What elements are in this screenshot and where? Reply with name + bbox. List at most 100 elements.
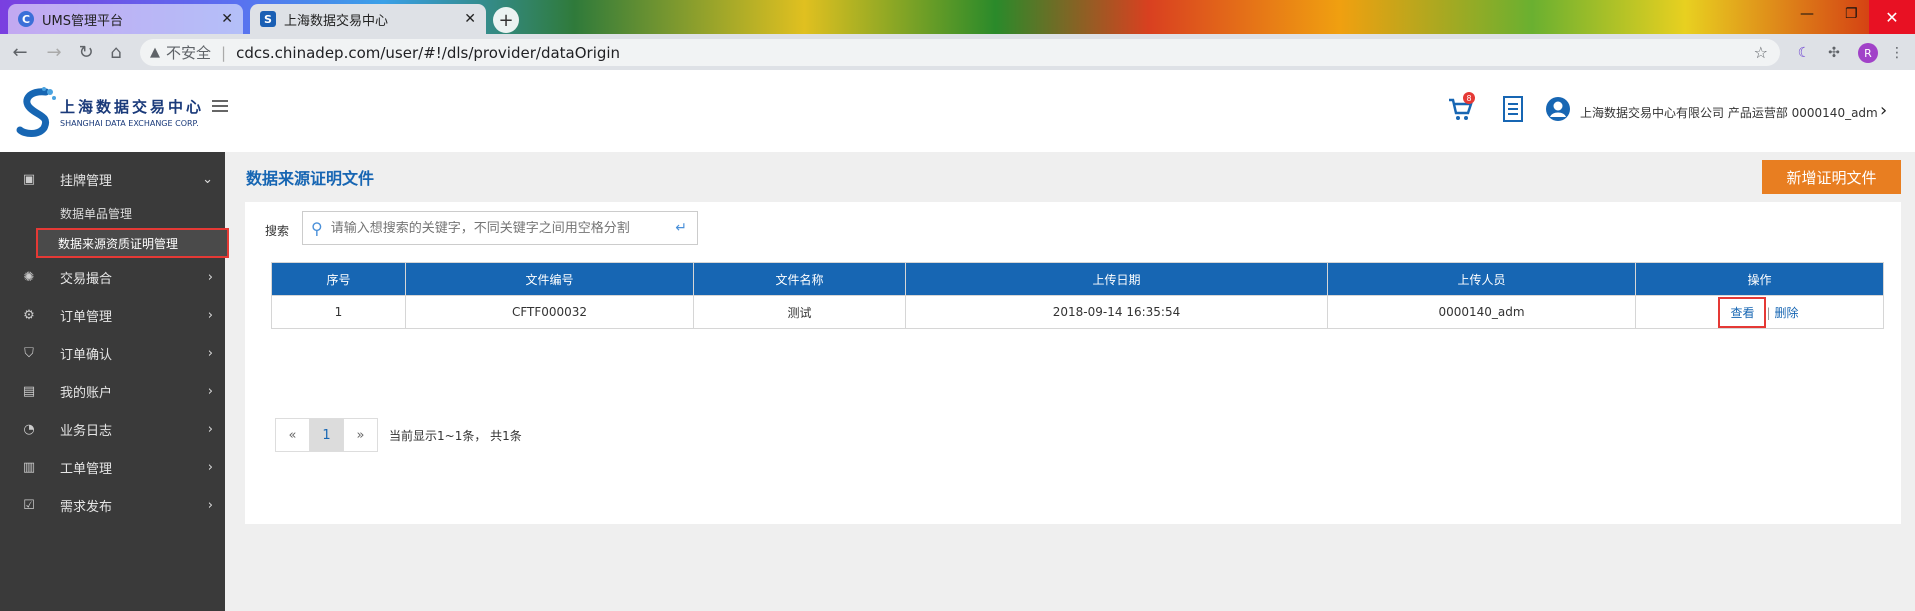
- chevron-right-icon: ›: [207, 459, 213, 475]
- menu-dots-icon[interactable]: ⋮: [1888, 44, 1906, 62]
- page-title: 数据来源证明文件: [246, 169, 375, 188]
- cell-file-name: 测试: [693, 295, 906, 329]
- browser-tab-sdec[interactable]: S 上海数据交易中心 ✕: [250, 4, 486, 34]
- sidebar-item-orders[interactable]: ⚙ 订单管理 ›: [0, 296, 225, 334]
- cell-file-no: CFTF000032: [405, 295, 694, 329]
- view-link[interactable]: 查看: [1718, 296, 1767, 328]
- forward-icon[interactable]: →: [44, 42, 64, 63]
- cell-upload-date: 2018-09-14 16:35:54: [905, 295, 1328, 329]
- sidebar-item-matching[interactable]: ✺ 交易撮合 ›: [0, 258, 225, 296]
- column-header: 操作: [1635, 262, 1884, 296]
- cell-actions: 查看 | 删除: [1635, 295, 1884, 329]
- sidebar-item-label: 交易撮合: [60, 271, 113, 287]
- sidebar-item-listing[interactable]: ▣ 挂牌管理 ⌄: [0, 160, 225, 198]
- user-info[interactable]: 上海数据交易中心有限公司 产品运营部 0000140_adm: [1580, 104, 1878, 121]
- chevron-right-icon: ›: [207, 421, 213, 437]
- search-label: 搜索: [265, 224, 290, 238]
- logo-s-icon: [16, 87, 56, 137]
- sidebar-item-business-log[interactable]: ◔ 业务日志 ›: [0, 410, 225, 448]
- id-card-icon: ▣: [22, 171, 36, 187]
- close-window-button[interactable]: ✕: [1869, 0, 1915, 34]
- close-tab-icon[interactable]: ✕: [464, 11, 476, 27]
- extensions-puzzle-icon[interactable]: ✣: [1825, 44, 1843, 62]
- chevron-right-icon[interactable]: ›: [1880, 100, 1887, 121]
- stamp-icon: ⛉: [24, 345, 34, 361]
- sidebar-item-label: 我的账户: [60, 385, 113, 401]
- sidebar-subitem-data-products[interactable]: 数据单品管理: [0, 198, 225, 228]
- new-tab-button[interactable]: +: [493, 7, 519, 33]
- chevron-right-icon: ›: [207, 383, 213, 399]
- chevron-right-icon: ›: [207, 497, 213, 513]
- moon-extension-icon[interactable]: ☾: [1795, 44, 1813, 62]
- next-page-button[interactable]: »: [343, 418, 378, 452]
- user-avatar[interactable]: [1545, 96, 1571, 124]
- bookmark-star-icon[interactable]: ☆: [1754, 43, 1768, 62]
- account-icon: ▤: [22, 383, 36, 399]
- reload-icon[interactable]: ↻: [76, 42, 96, 63]
- url-text: cdcs.chinadep.com/user/#!/dls/provider/d…: [236, 43, 621, 62]
- browser-tabstrip: C UMS管理平台 ✕ S 上海数据交易中心 ✕ + — ❐ ✕: [0, 0, 1915, 34]
- browser-tab-ums[interactable]: C UMS管理平台 ✕: [8, 4, 243, 34]
- document-icon: [1503, 96, 1523, 122]
- sidebar-item-label: 需求发布: [60, 499, 113, 515]
- page-number-button[interactable]: 1: [309, 418, 344, 452]
- app-header: 上海数据交易中心 SHANGHAI DATA EXCHANGE CORP. 8 …: [0, 70, 1915, 152]
- column-header: 序号: [271, 262, 406, 296]
- divider: |: [221, 43, 227, 62]
- sidebar-item-label: 挂牌管理: [60, 173, 113, 189]
- company-logo[interactable]: 上海数据交易中心 SHANGHAI DATA EXCHANGE CORP.: [16, 86, 204, 138]
- chevron-right-icon: ›: [207, 269, 213, 285]
- enter-icon[interactable]: ↵: [675, 220, 687, 236]
- orders-document-button[interactable]: [1502, 96, 1528, 124]
- tab-title: 上海数据交易中心: [284, 13, 389, 29]
- data-table: 序号 文件编号 文件名称 上传日期 上传人员 操作 1 CFTF000032 测…: [271, 262, 1884, 329]
- address-bar[interactable]: ▲ 不安全 | cdcs.chinadep.com/user/#!/dls/pr…: [140, 39, 1780, 66]
- prev-page-button[interactable]: «: [275, 418, 310, 452]
- column-header: 上传人员: [1327, 262, 1636, 296]
- content-panel: 搜索 ⚲ ↵ 序号 文件编号 文件名称 上传日期 上传人员 操作 1 CFTF0…: [245, 202, 1901, 524]
- sidebar-item-order-confirm[interactable]: ⛉ 订单确认 ›: [0, 334, 225, 372]
- logo-en: SHANGHAI DATA EXCHANGE CORP.: [60, 119, 199, 128]
- sidebar: ▣ 挂牌管理 ⌄ 数据单品管理 数据来源资质证明管理 ✺ 交易撮合 › ⚙ 订单…: [0, 152, 229, 611]
- logo-cn: 上海数据交易中心: [60, 98, 205, 116]
- logo-text: 上海数据交易中心 SHANGHAI DATA EXCHANGE CORP.: [60, 96, 204, 128]
- restore-icon[interactable]: ❐: [1845, 6, 1858, 22]
- table-row: 1 CFTF000032 测试 2018-09-14 16:35:54 0000…: [271, 295, 1884, 329]
- column-header: 上传日期: [905, 262, 1328, 296]
- search-input[interactable]: [330, 220, 671, 236]
- sidebar-item-demand[interactable]: ☑ 需求发布 ›: [0, 486, 225, 524]
- chevron-down-icon: ⌄: [202, 171, 213, 187]
- chevron-right-icon: ›: [207, 307, 213, 323]
- close-tab-icon[interactable]: ✕: [221, 11, 233, 27]
- table-header-row: 序号 文件编号 文件名称 上传日期 上传人员 操作: [271, 262, 1884, 296]
- sidebar-item-label: 业务日志: [60, 423, 113, 439]
- checkbox-icon: ☑: [23, 497, 35, 513]
- home-icon[interactable]: ⌂: [106, 42, 126, 63]
- back-icon[interactable]: ←: [10, 42, 30, 63]
- chart-pie-icon: ◔: [23, 421, 35, 437]
- pagination: « 1 » 当前显示1~1条， 共1条: [275, 418, 522, 452]
- add-certificate-button[interactable]: 新增证明文件: [1762, 160, 1901, 194]
- warning-icon: ▲: [150, 45, 160, 60]
- hamburger-menu-icon[interactable]: [212, 100, 228, 112]
- search-box[interactable]: ⚲ ↵: [302, 211, 698, 245]
- sidebar-subitem-data-origin[interactable]: 数据来源资质证明管理: [36, 228, 229, 258]
- cart-count-badge: 8: [1463, 92, 1475, 104]
- column-header: 文件名称: [693, 262, 906, 296]
- cart-button[interactable]: 8: [1447, 92, 1475, 124]
- browser-toolbar: ← → ↻ ⌂ ▲ 不安全 | cdcs.chinadep.com/user/#…: [0, 34, 1915, 70]
- tab-title: UMS管理平台: [42, 13, 123, 29]
- chevron-right-icon: ›: [207, 345, 213, 361]
- user-circle-icon: [1546, 97, 1570, 121]
- sidebar-item-label: 工单管理: [60, 461, 113, 477]
- minimize-icon[interactable]: —: [1800, 6, 1814, 22]
- profile-avatar[interactable]: R: [1858, 43, 1878, 63]
- sidebar-item-tickets[interactable]: ▥ 工单管理 ›: [0, 448, 225, 486]
- cell-index: 1: [271, 295, 406, 329]
- delete-link[interactable]: 删除: [1775, 306, 1799, 320]
- sdec-favicon-icon: S: [260, 11, 276, 27]
- sidebar-item-account[interactable]: ▤ 我的账户 ›: [0, 372, 225, 410]
- document-icon: ▥: [22, 459, 36, 475]
- sidebar-item-label: 订单管理: [60, 309, 113, 325]
- gear-icon: ⚙: [23, 307, 35, 323]
